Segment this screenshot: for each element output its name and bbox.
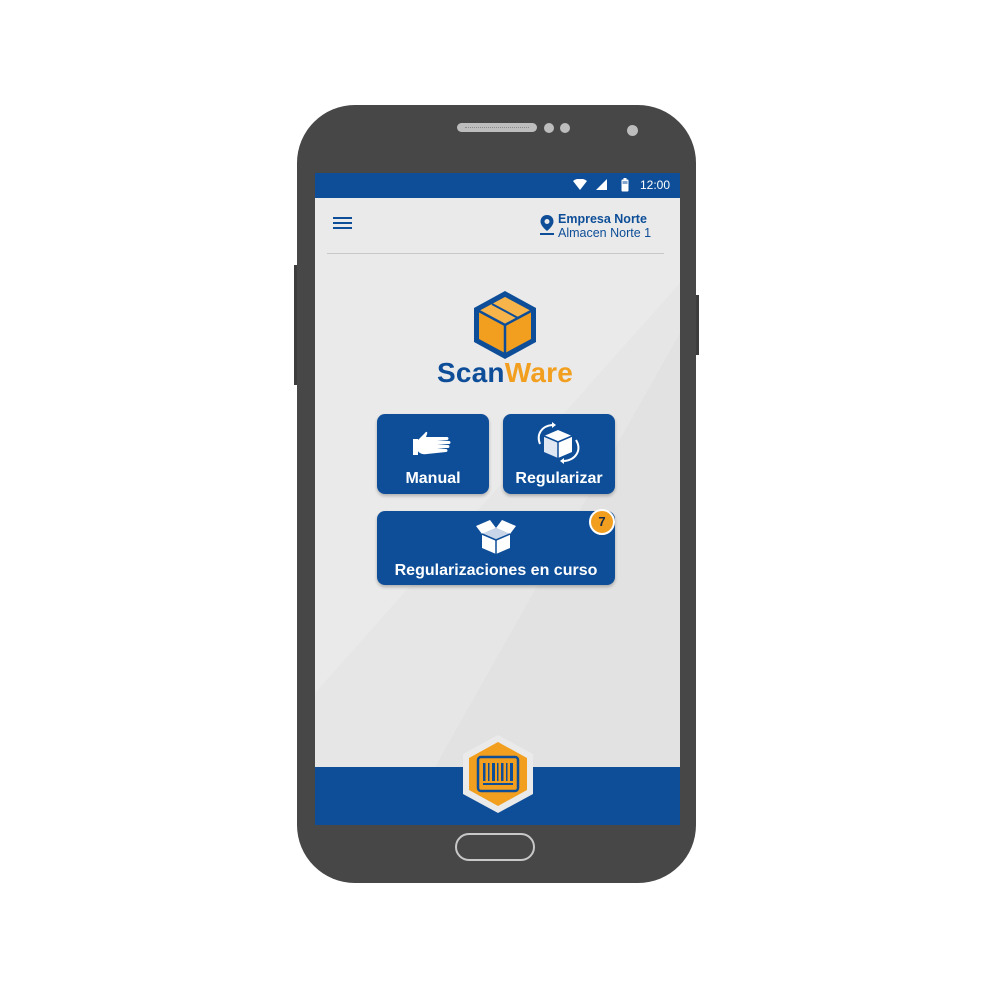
proximity-sensor xyxy=(544,123,554,133)
status-bar: 12:00 xyxy=(315,173,680,198)
light-sensor xyxy=(560,123,570,133)
logo-text-ware: Ware xyxy=(504,357,573,388)
screen-background xyxy=(315,283,680,767)
location-selector[interactable]: Empresa Norte Almacen Norte 1 xyxy=(532,211,662,243)
hamburger-menu-icon[interactable] xyxy=(333,217,353,233)
manual-button-label: Manual xyxy=(405,470,461,487)
warehouse-name: Almacen Norte 1 xyxy=(558,226,652,240)
wifi-icon xyxy=(573,179,587,190)
app-screen: 12:00 Empresa Norte Almacen Norte 1 Scan… xyxy=(315,173,680,825)
battery-icon xyxy=(621,178,629,192)
barcode-icon[interactable] xyxy=(460,733,536,815)
signal-icon xyxy=(596,179,607,190)
side-button-left xyxy=(294,265,297,385)
regularizaciones-button-label: Regularizaciones en curso xyxy=(394,562,598,579)
regularizaciones-en-curso-button[interactable]: Regularizaciones en curso 7 xyxy=(377,509,615,585)
regularizar-button[interactable]: Regularizar xyxy=(503,414,615,494)
app-header: Empresa Norte Almacen Norte 1 xyxy=(315,198,680,253)
box-cube-icon xyxy=(474,291,536,359)
logo-text-scan: Scan xyxy=(437,357,505,388)
pending-count-badge: 7 xyxy=(589,509,615,535)
open-box-icon xyxy=(476,520,516,554)
company-name: Empresa Norte xyxy=(558,212,647,226)
hand-icon xyxy=(413,431,451,455)
header-divider xyxy=(327,253,664,254)
manual-button[interactable]: Manual xyxy=(377,414,489,494)
regularizar-button-label: Regularizar xyxy=(515,470,603,487)
home-button[interactable] xyxy=(455,833,535,861)
phone-frame: 12:00 Empresa Norte Almacen Norte 1 Scan… xyxy=(294,105,699,883)
earpiece-speaker xyxy=(457,123,537,132)
map-pin-icon xyxy=(540,215,554,235)
app-logo: ScanWare xyxy=(405,357,605,389)
front-camera xyxy=(627,125,638,136)
status-time: 12:00 xyxy=(639,178,670,192)
box-rotate-icon xyxy=(537,422,580,464)
side-button-right xyxy=(696,295,699,355)
